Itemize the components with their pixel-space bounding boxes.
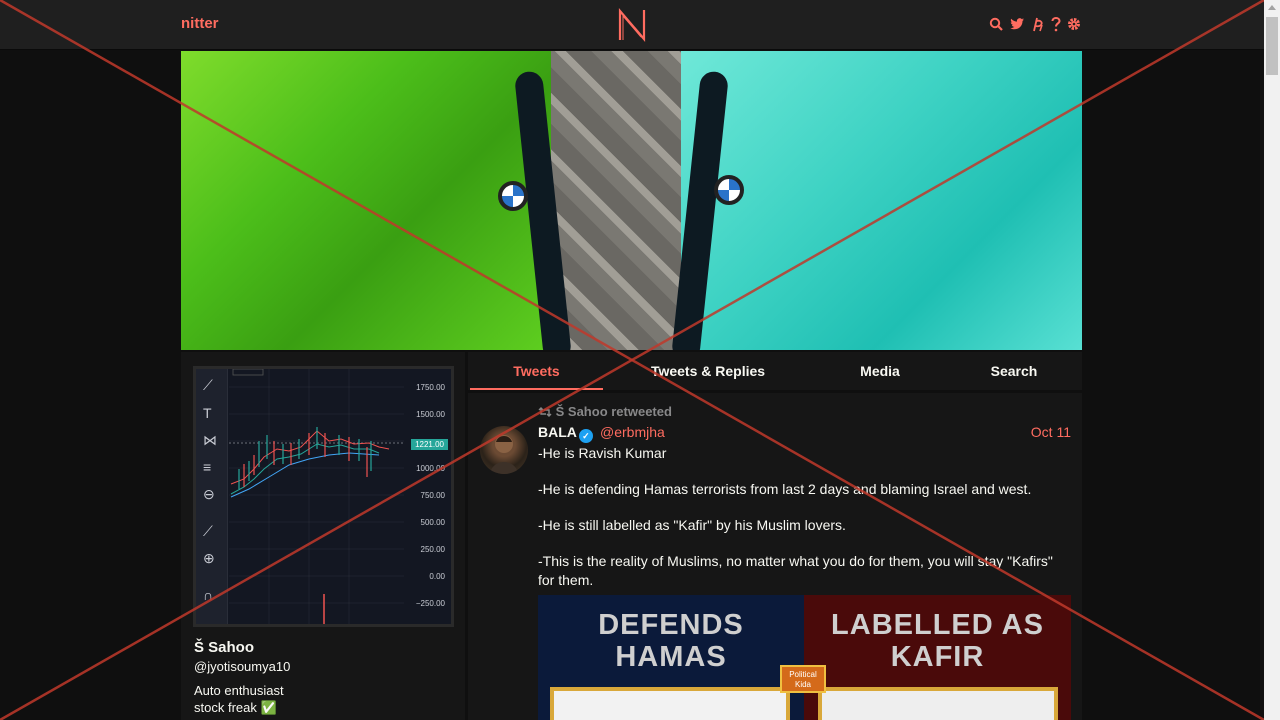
page-scrollbar[interactable] [1264, 0, 1280, 720]
chart-price-axis: 1750.00 1500.00 1000.00 750.00 500.00 25… [401, 369, 451, 624]
tweet-card[interactable]: Š Sahoo retweeted BALA ✓ @erbmjha Oct 11 … [468, 393, 1082, 720]
axis-label: 1500.00 [416, 410, 445, 419]
profile-fullname[interactable]: Š Sahoo [194, 639, 254, 656]
remove-icon: ⊖ [203, 486, 215, 502]
axis-label: 0.00 [429, 572, 445, 581]
nav-icons [989, 16, 1081, 32]
verified-badge-icon: ✓ [578, 429, 593, 443]
rss-icon[interactable] [1031, 16, 1045, 32]
media-photo-frame [550, 687, 790, 720]
chart-toolbar: ⟋ T ⋈ ≡ ⊖ ⟋ ⊕ ∩ [196, 369, 228, 624]
scroll-thumb[interactable] [1266, 17, 1278, 75]
media-left-text: DEFENDS HAMAS [598, 609, 744, 673]
help-icon[interactable] [1051, 16, 1061, 32]
profile-card: ⟋ T ⋈ ≡ ⊖ ⟋ ⊕ ∩ 1750.00 1500.00 1000.00 … [181, 352, 465, 720]
tweet-paragraph: -This is the reality of Muslims, no matt… [538, 553, 1053, 588]
media-right-text: LABELLED AS KAFIR [831, 609, 1044, 673]
retweet-header: Š Sahoo retweeted [538, 404, 672, 419]
brand-link[interactable]: nitter [181, 15, 219, 32]
profile-banner[interactable] [181, 51, 1082, 350]
search-icon[interactable] [989, 16, 1003, 32]
banner-teal-car [681, 51, 1082, 350]
gear-icon[interactable] [1067, 16, 1081, 32]
text-tool-icon: T [203, 405, 212, 421]
timeline: Tweets Tweets & Replies Media Search Š S… [468, 352, 1082, 720]
profile-bio: Auto enthusiast stock freak ✅ [194, 682, 284, 716]
bio-line: Auto enthusiast [194, 683, 284, 698]
tab-tweets[interactable]: Tweets [470, 352, 603, 390]
profile-avatar[interactable]: ⟋ T ⋈ ≡ ⊖ ⟋ ⊕ ∩ 1750.00 1500.00 1000.00 … [193, 366, 454, 627]
axis-label: 500.00 [420, 518, 445, 527]
tweet-paragraph: -He is still labelled as "Kafir" by his … [538, 517, 846, 533]
tweet-date[interactable]: Oct 11 [1031, 424, 1071, 440]
timeline-tabs: Tweets Tweets & Replies Media Search [468, 352, 1082, 390]
author-name-text: BALA [538, 424, 577, 440]
tweet-paragraph: -He is Ravish Kumar [538, 445, 667, 461]
bio-line: stock freak ✅ [194, 700, 277, 715]
axis-label: 250.00 [420, 545, 445, 554]
axis-label: 1000.00 [416, 464, 445, 473]
bmw-logo-icon [714, 175, 744, 205]
media-screenshot-frame [818, 687, 1058, 720]
tweet-author-avatar[interactable] [480, 426, 528, 474]
ruler-icon: ⟋ [203, 523, 213, 539]
bmw-logo-icon [498, 181, 528, 211]
media-right-panel: LABELLED AS KAFIR [804, 595, 1071, 720]
axis-label: 1750.00 [416, 383, 445, 392]
banner-green-car [181, 51, 551, 350]
tweet-author-handle[interactable]: @erbmjha [600, 424, 665, 440]
stock-chart [229, 369, 404, 624]
tab-media[interactable]: Media [828, 352, 932, 390]
profile-username[interactable]: @jyotisoumya10 [194, 659, 290, 674]
twitter-bird-icon[interactable] [1009, 16, 1025, 32]
retweet-icon [538, 407, 552, 417]
media-badge: Political Kida [780, 665, 826, 693]
pattern-icon: ⋈ [203, 432, 217, 448]
tweet-paragraph: -He is defending Hamas terrorists from l… [538, 481, 1032, 497]
media-left-panel: DEFENDS HAMAS [538, 595, 804, 720]
tab-search[interactable]: Search [964, 352, 1064, 390]
navbar: nitter [0, 0, 1264, 50]
trendline-icon: ⟋ [203, 377, 213, 393]
axis-label: 750.00 [420, 491, 445, 500]
magnet-icon: ∩ [203, 587, 214, 603]
retweet-header-text: Š Sahoo retweeted [555, 404, 672, 419]
tweet-author-name[interactable]: BALA ✓ [538, 424, 593, 443]
current-price-tag: 1221.00 [411, 439, 448, 450]
tweet-body: -He is Ravish Kumar -He is defending Ham… [538, 444, 1068, 607]
nitter-logo-icon[interactable] [617, 8, 647, 42]
scroll-up-arrow-icon[interactable] [1264, 0, 1280, 16]
fib-icon: ≡ [203, 459, 212, 475]
tweet-media-image[interactable]: DEFENDS HAMAS LABELLED AS KAFIR Politica… [538, 595, 1071, 720]
zoom-icon: ⊕ [203, 550, 215, 566]
tab-tweets-replies[interactable]: Tweets & Replies [628, 352, 788, 390]
axis-label: −250.00 [415, 599, 445, 608]
